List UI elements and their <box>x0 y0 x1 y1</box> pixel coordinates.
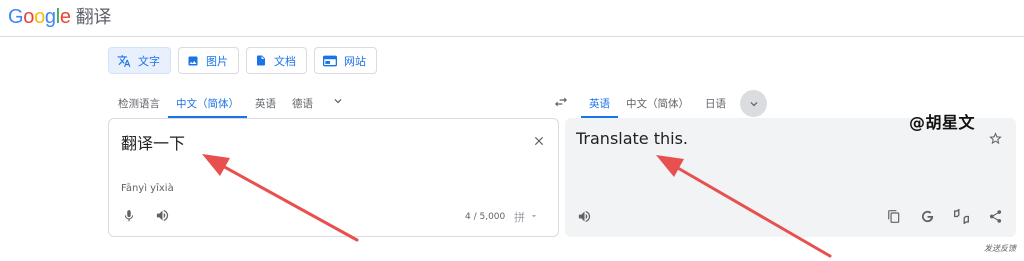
annotation-arrow-right <box>656 155 832 258</box>
annotation-arrow-left <box>202 154 359 242</box>
annotation-arrows <box>202 154 832 258</box>
